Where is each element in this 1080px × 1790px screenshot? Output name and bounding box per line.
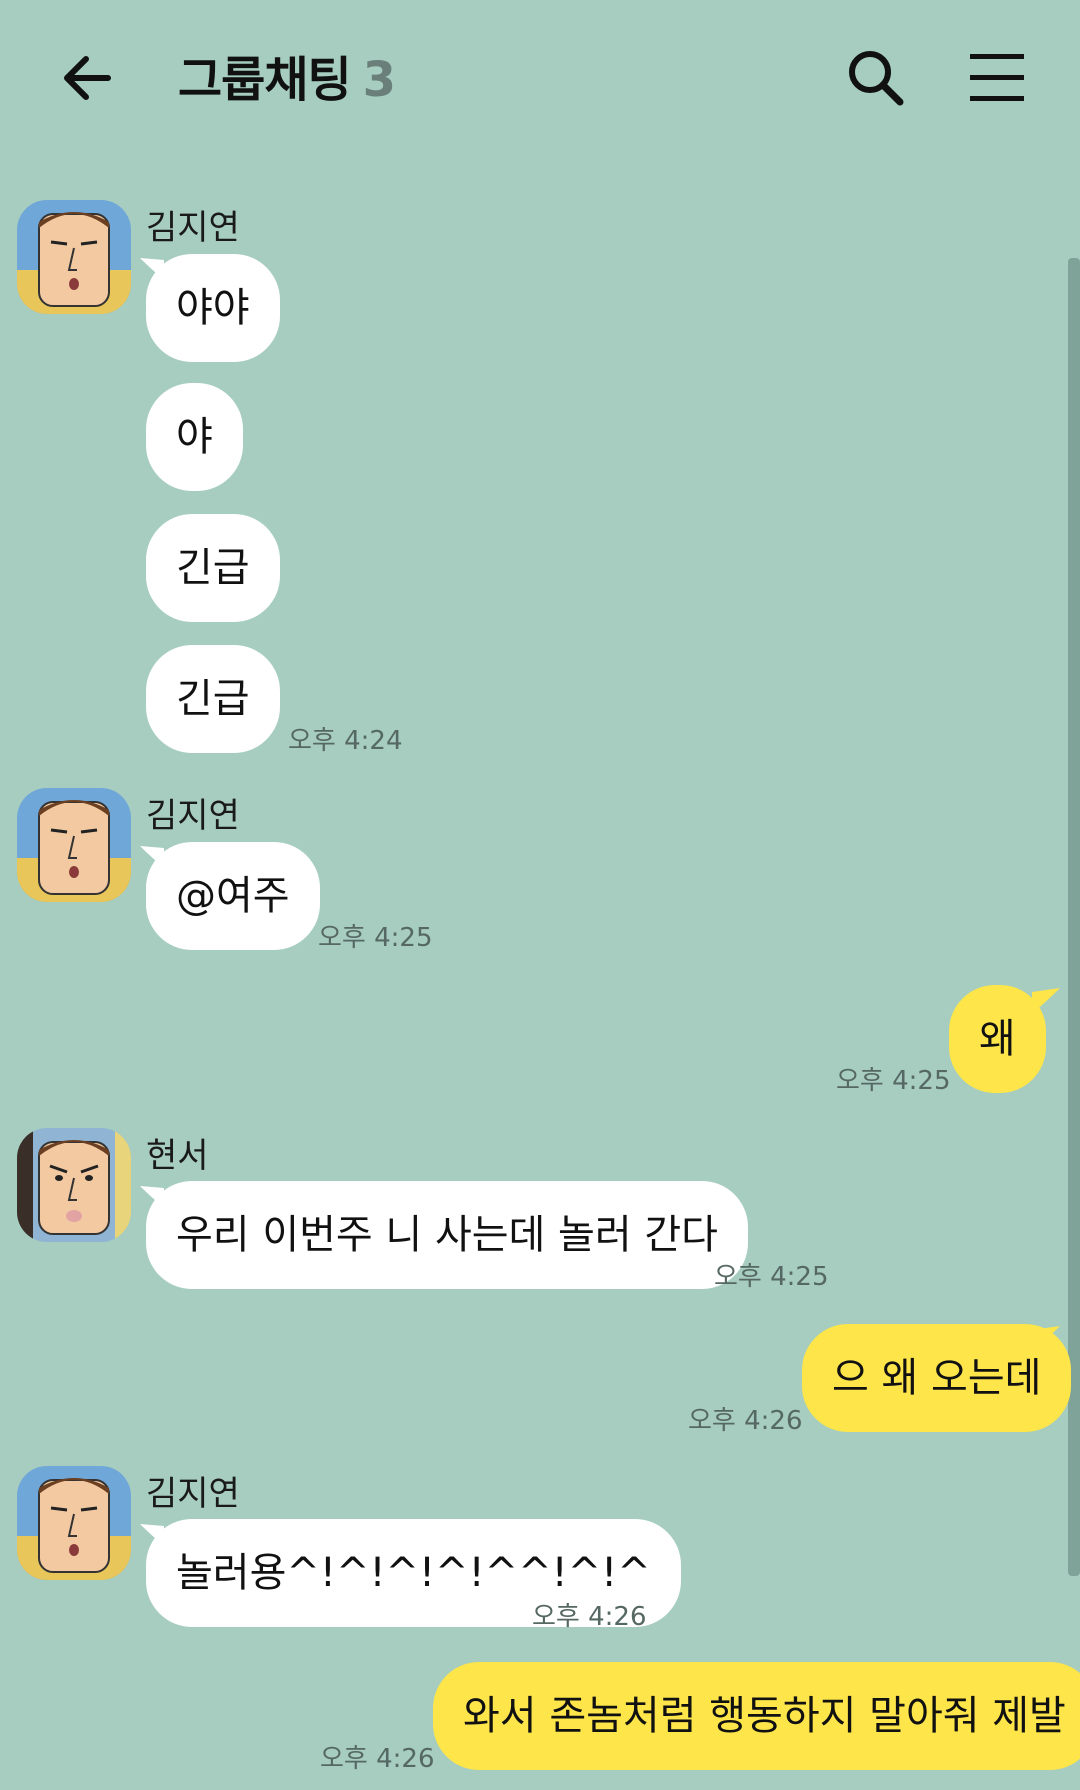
sender-name: 김지연 [146,208,240,248]
chat-header: 그룹채팅 3 [0,0,1080,150]
back-arrow-icon[interactable] [58,48,118,108]
chat-title: 그룹채팅 3 [178,40,396,110]
message-bubble[interactable]: 긴급 [146,514,280,622]
message-time: 오후 4:26 [320,1744,435,1774]
message-bubble[interactable]: 긴급 [146,645,280,753]
my-message-bubble[interactable]: 왜 [949,985,1046,1093]
message-time: 오후 4:25 [714,1262,829,1292]
message-bubble[interactable]: 야야 [146,254,280,362]
message-bubble[interactable]: 야 [146,383,243,491]
sender-name: 현서 [146,1136,209,1176]
avatar[interactable] [17,200,131,314]
search-icon[interactable] [846,48,906,108]
avatar[interactable] [17,1466,131,1580]
chat-title-text: 그룹채팅 [178,52,352,108]
my-message-bubble[interactable]: 와서 존놈처럼 행동하지 말아줘 제발 [433,1662,1080,1770]
message-bubble[interactable]: 우리 이번주 니 사는데 놀러 간다 [146,1181,748,1289]
sender-name: 김지연 [146,1474,240,1514]
message-time: 오후 4:26 [532,1602,647,1632]
avatar[interactable] [17,788,131,902]
message-time: 오후 4:26 [688,1406,803,1436]
message-bubble[interactable]: @여주 [146,842,320,950]
menu-icon[interactable] [968,50,1026,106]
avatar[interactable] [17,1128,131,1242]
sender-name: 김지연 [146,796,240,836]
member-count: 3 [362,52,396,108]
my-message-bubble[interactable]: 으 왜 오는데 [802,1324,1072,1432]
message-time: 오후 4:25 [318,923,433,953]
message-time: 오후 4:24 [288,726,403,756]
message-time: 오후 4:25 [836,1066,951,1096]
